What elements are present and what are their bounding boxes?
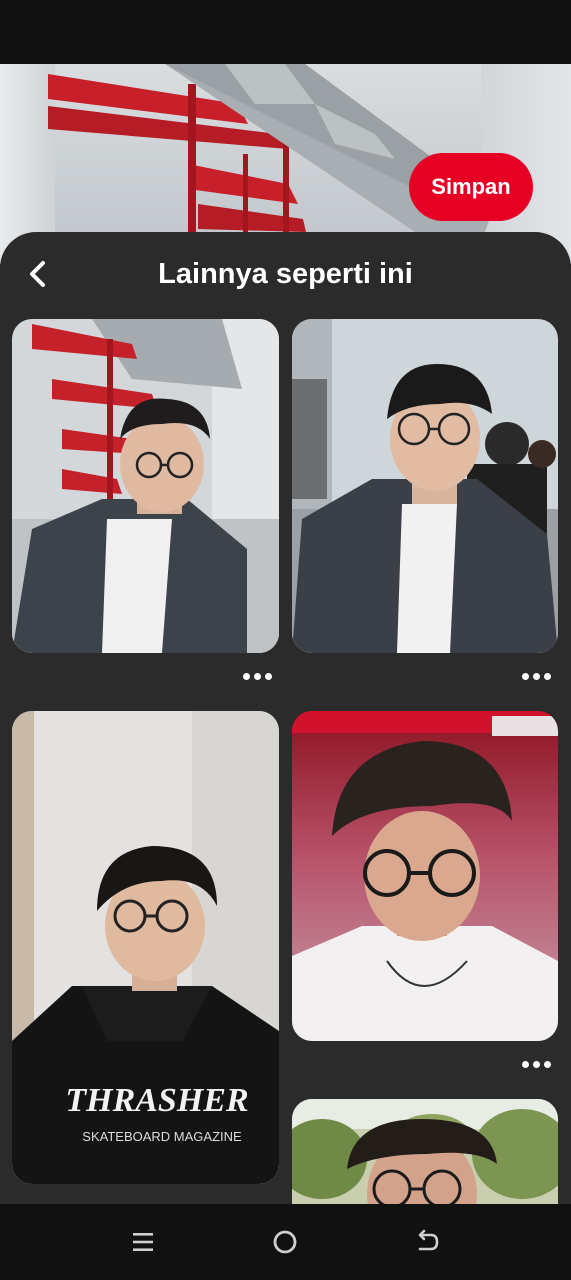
nav-back-button[interactable] bbox=[408, 1224, 448, 1260]
pin-more-button[interactable] bbox=[516, 666, 556, 686]
home-circle-icon bbox=[273, 1230, 297, 1254]
pin-photo bbox=[12, 319, 279, 653]
pin-more-button[interactable] bbox=[516, 1054, 556, 1074]
pin-photo: THRASHER SKATEBOARD MAGAZINE bbox=[12, 711, 279, 1184]
pin-thrasher-hoodie[interactable]: THRASHER SKATEBOARD MAGAZINE bbox=[12, 711, 279, 1184]
hoodie-brand-text: THRASHER bbox=[65, 1082, 248, 1119]
sheet-title: Lainnya seperti ini bbox=[158, 258, 413, 290]
more-horizontal-icon bbox=[521, 1060, 551, 1068]
pin-photo bbox=[292, 319, 558, 653]
pin-outdoor-trees[interactable] bbox=[292, 1099, 558, 1204]
menu-icon bbox=[133, 1233, 153, 1251]
back-arrow-icon bbox=[418, 1229, 439, 1251]
pin-denim-jacket-crowd[interactable] bbox=[292, 319, 558, 653]
nav-recent-apps-button[interactable] bbox=[123, 1224, 163, 1260]
more-like-this-sheet: Lainnya seperti ini THRASHER SKATEBOARD … bbox=[0, 232, 571, 1204]
pin-more-button[interactable] bbox=[237, 666, 277, 686]
more-horizontal-icon bbox=[242, 672, 272, 680]
save-button[interactable]: Simpan bbox=[409, 153, 533, 221]
status-bar bbox=[0, 0, 571, 64]
hoodie-sub-text: SKATEBOARD MAGAZINE bbox=[82, 1129, 242, 1144]
pin-photo bbox=[292, 711, 558, 1041]
pin-white-tee-red-light[interactable] bbox=[292, 711, 558, 1041]
more-horizontal-icon bbox=[521, 672, 551, 680]
nav-home-button[interactable] bbox=[265, 1224, 305, 1260]
pin-photo bbox=[292, 1099, 558, 1204]
sheet-header: Lainnya seperti ini bbox=[0, 232, 571, 316]
system-nav-bar bbox=[0, 1204, 571, 1280]
pin-denim-jacket-red-stairs[interactable] bbox=[12, 319, 279, 653]
